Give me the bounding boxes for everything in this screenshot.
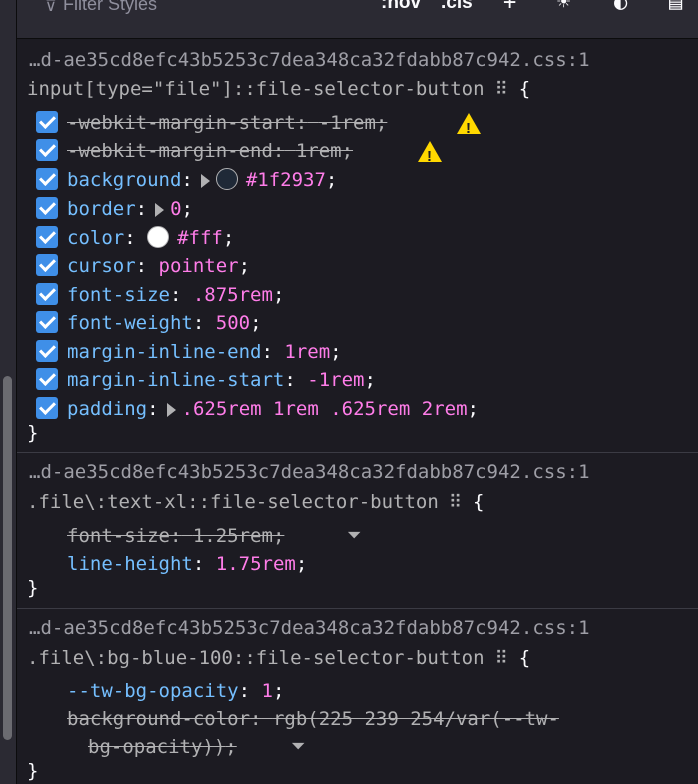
property-name[interactable]: font-weight [67, 312, 193, 334]
declaration-checkbox[interactable] [36, 311, 58, 333]
property-name[interactable]: background-color [67, 708, 250, 730]
property-name[interactable]: border [67, 198, 136, 220]
rules-panel: ⊽ :hov .cls + ☀ ◐ ▤ …d-ae35cd8efc43b5253… [17, 0, 698, 784]
light-theme-icon[interactable]: ☀ [557, 0, 570, 16]
property-name[interactable]: padding [67, 398, 147, 420]
rule-source-link[interactable]: …d-ae35cd8efc43b5253c7dea348ca32fdabb87c… [29, 461, 590, 483]
declaration-checkbox[interactable] [36, 254, 58, 276]
property-name[interactable]: -webkit-margin-end [67, 140, 273, 162]
property-value[interactable]: #fff [177, 227, 223, 249]
rule-source-link[interactable]: …d-ae35cd8efc43b5253c7dea348ca32fdabb87c… [29, 49, 590, 71]
property-value[interactable]: 1.25rem [193, 525, 273, 547]
filter-styles-input[interactable] [63, 0, 363, 15]
property-value[interactable]: .875rem [193, 284, 273, 306]
left-pane [0, 0, 17, 784]
warning-icon[interactable]: ! [418, 141, 442, 165]
property-value[interactable]: bg-opacity)) [88, 736, 225, 758]
property-name[interactable]: cursor [67, 255, 136, 277]
grid-highlighter-icon[interactable]: ⠿ [449, 492, 462, 513]
property-name[interactable]: --tw-bg-opacity [67, 680, 239, 702]
close-brace: } [27, 422, 39, 444]
selector-text[interactable]: input[type="file"]::file-selector-button [27, 78, 485, 100]
warning-icon[interactable]: ! [457, 113, 481, 137]
filter-icon: ⊽ [45, 0, 57, 15]
declaration-checkbox[interactable] [36, 139, 58, 161]
property-value[interactable]: .625rem 1rem .625rem 2rem [182, 398, 468, 420]
css-rule: …d-ae35cd8efc43b5253c7dea348ca32fdabb87c… [27, 49, 590, 444]
declaration-checkbox[interactable] [36, 197, 58, 219]
declaration-checkbox[interactable] [36, 168, 58, 190]
hov-toggle-button[interactable]: :hov [381, 0, 421, 14]
property-value[interactable]: #1f2937 [246, 169, 326, 191]
open-brace: { [518, 647, 531, 669]
rule-selector[interactable]: .file\:text-xl::file-selector-button ⠿ { [27, 491, 484, 513]
rule-source-link[interactable]: …d-ae35cd8efc43b5253c7dea348ca32fdabb87c… [29, 617, 590, 639]
color-swatch[interactable] [215, 167, 238, 190]
property-value[interactable]: 1rem [296, 140, 342, 162]
selector-text[interactable]: .file\:bg-blue-100::file-selector-button [27, 647, 485, 669]
property-value[interactable]: 0 [170, 198, 181, 220]
close-brace: } [27, 760, 39, 782]
expand-triangle-icon[interactable] [166, 402, 176, 417]
filter-rules-icon[interactable]: ⏷ [291, 735, 305, 759]
declaration-checkbox[interactable] [36, 226, 58, 248]
property-name[interactable]: color [67, 227, 124, 249]
declaration-checkbox[interactable] [36, 368, 58, 390]
expand-triangle-icon[interactable] [200, 173, 210, 188]
cls-toggle-button[interactable]: .cls [441, 0, 473, 14]
property-value[interactable]: rgb(225 239 254/var(--tw- [273, 708, 559, 730]
color-swatch[interactable] [147, 225, 170, 248]
property-name[interactable]: -webkit-margin-start [67, 112, 296, 134]
grid-highlighter-icon[interactable]: ⠿ [495, 648, 508, 669]
property-value[interactable]: pointer [159, 255, 239, 277]
styles-toolbar: ⊽ :hov .cls + ☀ ◐ ▤ [17, 0, 698, 39]
property-value[interactable]: -1rem [319, 112, 376, 134]
property-name[interactable]: font-size [67, 284, 170, 306]
declaration-checkbox[interactable] [36, 397, 58, 419]
property-value[interactable]: 1rem [284, 341, 330, 363]
rule-selector[interactable]: .file\:bg-blue-100::file-selector-button… [27, 647, 530, 669]
css-rule: …d-ae35cd8efc43b5253c7dea348ca32fdabb87c… [27, 461, 590, 599]
add-rule-icon[interactable]: + [503, 0, 516, 16]
declaration-checkbox[interactable] [36, 283, 58, 305]
property-name[interactable]: margin-inline-start [67, 369, 284, 391]
property-value[interactable]: 1.75rem [216, 553, 296, 575]
declaration-checkbox[interactable] [36, 111, 58, 133]
property-name[interactable]: line-height [67, 553, 193, 575]
property-value[interactable]: 500 [216, 312, 250, 334]
selector-text[interactable]: .file\:text-xl::file-selector-button [27, 491, 439, 513]
property-name[interactable]: background [67, 169, 181, 191]
property-value[interactable]: 1 [262, 680, 273, 702]
close-brace: } [27, 577, 39, 599]
print-media-icon[interactable]: ▤ [669, 0, 682, 16]
css-rule: …d-ae35cd8efc43b5253c7dea348ca32fdabb87c… [27, 617, 590, 782]
grid-highlighter-icon[interactable]: ⠿ [495, 79, 508, 100]
rule-selector[interactable]: input[type="file"]::file-selector-button… [27, 78, 530, 100]
property-name[interactable]: margin-inline-end [67, 341, 261, 363]
open-brace: { [473, 491, 485, 513]
property-value[interactable]: -1rem [307, 369, 364, 391]
declaration-checkbox[interactable] [36, 340, 58, 362]
filter-rules-icon[interactable]: ⏷ [347, 524, 361, 548]
scrollbar-thumb[interactable] [3, 376, 12, 740]
open-brace: { [518, 78, 531, 100]
expand-triangle-icon[interactable] [155, 202, 165, 217]
property-name[interactable]: font-size [67, 525, 170, 547]
dark-theme-icon[interactable]: ◐ [614, 0, 627, 16]
